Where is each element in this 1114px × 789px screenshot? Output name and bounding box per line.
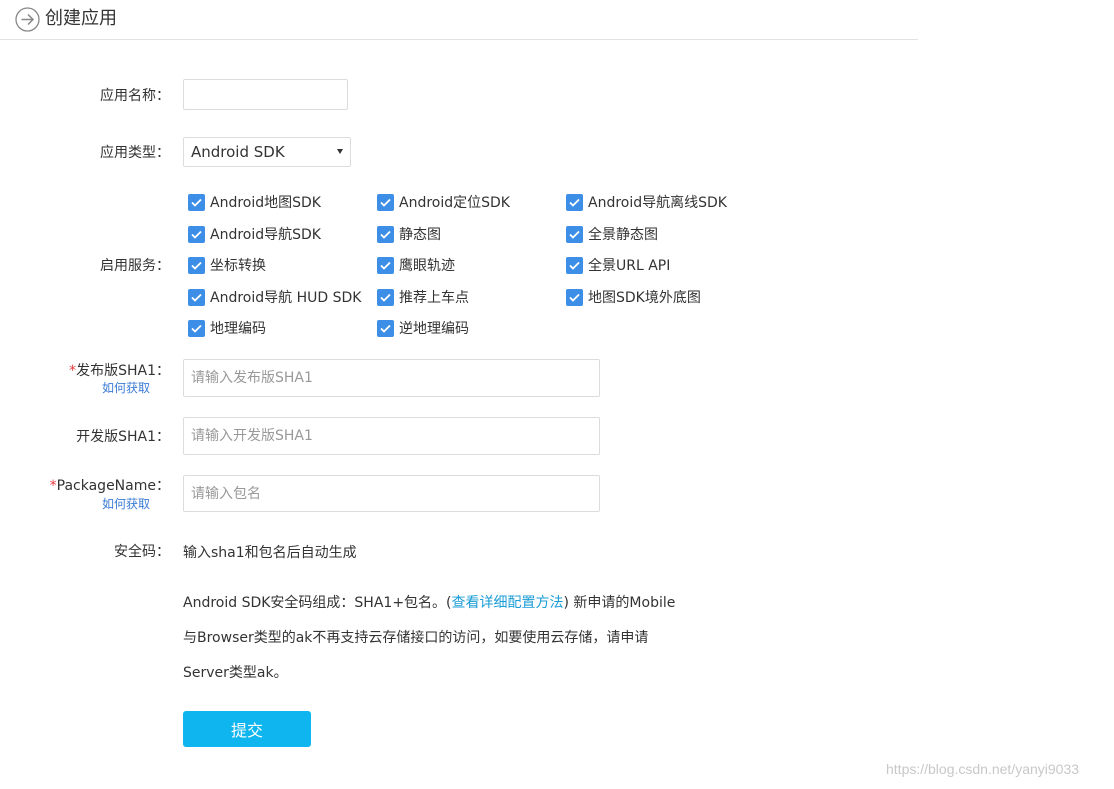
release-sha1-label: *发布版SHA1： xyxy=(69,361,170,381)
service-checkbox-pickup-point[interactable]: 推荐上车点 xyxy=(377,287,469,307)
service-label: 推荐上车点 xyxy=(399,290,469,306)
checkbox-checked-icon xyxy=(377,288,394,306)
package-name-label-text: PackageName： xyxy=(56,478,170,494)
checkbox-checked-icon xyxy=(188,225,205,243)
checkbox-checked-icon xyxy=(566,193,583,211)
service-checkbox-reverse-geocoding[interactable]: 逆地理编码 xyxy=(377,318,469,338)
service-label: Android定位SDK xyxy=(399,195,510,211)
service-label: Android导航离线SDK xyxy=(588,195,727,211)
checkbox-checked-icon xyxy=(566,225,583,243)
service-checkbox-android-nav-offline-sdk[interactable]: Android导航离线SDK xyxy=(566,192,727,212)
page-header: 创建应用 xyxy=(0,0,918,40)
release-sha1-help-link[interactable]: 如何获取 xyxy=(102,380,150,396)
checkbox-checked-icon xyxy=(566,256,583,274)
dev-sha1-label: 开发版SHA1： xyxy=(76,429,170,445)
service-checkbox-eagle-eye-track[interactable]: 鹰眼轨迹 xyxy=(377,255,455,275)
app-type-label: 应用类型： xyxy=(100,145,170,161)
services-label: 启用服务： xyxy=(100,258,170,274)
service-checkbox-static-map[interactable]: 静态图 xyxy=(377,224,441,244)
info-text: Android SDK安全码组成：SHA1+包名。( xyxy=(183,595,452,611)
service-checkbox-android-map-sdk[interactable]: Android地图SDK xyxy=(188,192,321,212)
service-checkbox-android-nav-sdk[interactable]: Android导航SDK xyxy=(188,224,321,244)
info-line-2: 与Browser类型的ak不再支持云存储接口的访问，如要使用云存储，请申请 xyxy=(183,630,649,646)
watermark: https://blog.csdn.net/yanyi9033 xyxy=(886,761,1080,777)
service-label: Android地图SDK xyxy=(210,195,321,211)
service-label: 全景静态图 xyxy=(588,227,658,243)
checkbox-checked-icon xyxy=(377,319,394,337)
service-label: 全景URL API xyxy=(588,258,671,274)
checkbox-checked-icon xyxy=(377,225,394,243)
service-checkbox-android-nav-hud-sdk[interactable]: Android导航 HUD SDK xyxy=(188,287,361,307)
package-name-label: *PackageName： xyxy=(50,476,170,496)
app-type-selected-value: Android SDK xyxy=(191,143,285,161)
required-mark: * xyxy=(49,478,57,494)
service-checkbox-panorama-static[interactable]: 全景静态图 xyxy=(566,224,658,244)
service-label: 鹰眼轨迹 xyxy=(399,258,455,274)
package-name-help-link[interactable]: 如何获取 xyxy=(102,496,150,512)
checkbox-checked-icon xyxy=(188,256,205,274)
service-checkbox-android-location-sdk[interactable]: Android定位SDK xyxy=(377,192,510,212)
app-name-label: 应用名称： xyxy=(100,88,170,104)
page-title: 创建应用 xyxy=(45,8,117,29)
release-sha1-label-text: 发布版SHA1： xyxy=(76,363,170,379)
info-line-3: Server类型ak。 xyxy=(183,665,288,681)
service-label: Android导航 HUD SDK xyxy=(210,290,362,306)
checkbox-checked-icon xyxy=(188,319,205,337)
service-checkbox-overseas-basemap[interactable]: 地图SDK境外底图 xyxy=(566,287,701,307)
checkbox-checked-icon xyxy=(188,288,205,306)
service-label: 地图SDK境外底图 xyxy=(588,290,701,306)
package-name-input[interactable] xyxy=(183,475,600,512)
service-label: 地理编码 xyxy=(210,321,266,337)
service-label: 坐标转换 xyxy=(210,258,266,274)
checkbox-checked-icon xyxy=(377,256,394,274)
security-code-value: 输入sha1和包名后自动生成 xyxy=(183,545,357,561)
checkbox-checked-icon xyxy=(566,288,583,306)
app-type-select[interactable]: Android SDK xyxy=(183,137,351,167)
checkbox-checked-icon xyxy=(188,193,205,211)
circle-arrow-right-icon[interactable] xyxy=(15,7,40,32)
dev-sha1-input[interactable] xyxy=(183,417,600,455)
service-checkbox-coord-convert[interactable]: 坐标转换 xyxy=(188,255,266,275)
info-text: ) 新申请的Mobile xyxy=(563,595,676,611)
service-label: Android导航SDK xyxy=(210,227,321,243)
security-code-label: 安全码： xyxy=(114,544,170,560)
service-checkbox-geocoding[interactable]: 地理编码 xyxy=(188,318,266,338)
info-line-1: Android SDK安全码组成：SHA1+包名。(查看详细配置方法) 新申请的… xyxy=(183,593,675,613)
service-label: 静态图 xyxy=(399,227,441,243)
service-checkbox-panorama-url-api[interactable]: 全景URL API xyxy=(566,255,670,275)
service-label: 逆地理编码 xyxy=(399,321,469,337)
submit-button[interactable]: 提交 xyxy=(183,711,311,747)
checkbox-checked-icon xyxy=(377,193,394,211)
dropdown-arrow-icon xyxy=(337,149,343,154)
release-sha1-input[interactable] xyxy=(183,359,600,397)
app-name-input[interactable] xyxy=(183,79,348,110)
config-method-link[interactable]: 查看详细配置方法 xyxy=(452,595,564,611)
